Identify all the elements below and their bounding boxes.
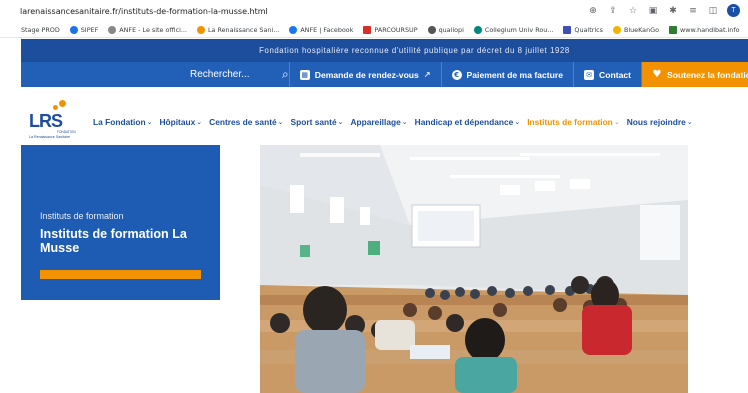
menu-item-fondation[interactable]: La Fondation ⌄ <box>93 117 152 127</box>
bookmark-item[interactable]: SIPEF <box>69 25 98 34</box>
menu-item-handicap[interactable]: Handicap et dépendance ⌄ <box>415 117 521 127</box>
menu-item-nous-rejoindre[interactable]: Nous rejoindre ⌄ <box>627 117 693 127</box>
bookmark-favicon-icon <box>473 25 482 34</box>
contact-label: Contact <box>599 69 632 80</box>
menu-item-appareillage[interactable]: Appareillage ⌄ <box>350 117 407 127</box>
donate-label: Soutenez la fondation <box>667 69 748 80</box>
chevron-down-icon: ⌄ <box>337 118 344 126</box>
facebook-icon <box>289 25 298 34</box>
main-menu-bar: LRS FONDATION La Renaissance Sanitaire L… <box>21 100 748 144</box>
sidebar-icon[interactable]: ◫ <box>707 5 719 17</box>
star-icon[interactable]: ☆ <box>627 5 639 17</box>
contact-link[interactable]: ✉ Contact <box>574 62 643 87</box>
logo-subtitle: La Renaissance Sanitaire <box>29 135 70 139</box>
calendar-icon: ▦ <box>299 69 310 80</box>
bookmark-favicon-icon <box>427 25 436 34</box>
search-input[interactable]: Rechercher... <box>190 69 282 80</box>
lecture-hall-photo <box>260 145 688 393</box>
payment-label: Paiement de ma facture <box>466 69 564 80</box>
bookmark-favicon-icon <box>363 25 372 34</box>
bookmark-favicon-icon <box>612 25 621 34</box>
menu-item-centres-sante[interactable]: Centres de santé ⌄ <box>209 117 283 127</box>
menu-item-instituts-formation[interactable]: Instituts de formation ⌄ <box>527 117 620 127</box>
site-search[interactable]: Rechercher... ⌕ <box>21 62 290 87</box>
logo-dot <box>59 100 66 107</box>
browser-toolbar-icons: ⊕ ⇪ ☆ ▣ ✱ ≡ ◫ T <box>587 4 740 17</box>
share-icon[interactable]: ⇪ <box>607 5 619 17</box>
foundation-banner: Fondation hospitalière reconnue d'utilit… <box>21 39 748 62</box>
bookmark-item[interactable]: BlueKanGo <box>612 25 659 34</box>
puzzle-icon[interactable]: ✱ <box>667 5 679 17</box>
zoom-icon[interactable]: ⊕ <box>587 5 599 17</box>
appointment-link[interactable]: ▦ Demande de rendez-vous ↗ <box>290 62 442 87</box>
logo-text: LRS <box>29 111 63 131</box>
external-link-icon: ↗ <box>423 70 431 79</box>
chevron-down-icon: ⌄ <box>686 118 693 126</box>
chevron-down-icon: ⌄ <box>146 118 153 126</box>
hero-accent-bar <box>40 270 201 279</box>
bookmark-item[interactable]: www.handibat.info <box>669 25 739 34</box>
browser-address-bar[interactable]: larenaissancesanitaire.fr/instituts-de-f… <box>0 0 748 22</box>
url-text[interactable]: larenaissancesanitaire.fr/instituts-de-f… <box>20 7 268 16</box>
appointment-label: Demande de rendez-vous <box>314 69 419 80</box>
page-title: Instituts de formation La Musse <box>40 227 187 255</box>
menu-item-hopitaux[interactable]: Hôpitaux ⌄ <box>159 117 202 127</box>
bookmark-favicon-icon <box>669 25 678 34</box>
menu-item-sport-sante[interactable]: Sport santé ⌄ <box>291 117 344 127</box>
site-logo[interactable]: LRS FONDATION La Renaissance Sanitaire <box>27 100 85 144</box>
profile-avatar[interactable]: T <box>727 4 740 17</box>
extension-icon[interactable]: ▣ <box>647 5 659 17</box>
logo-fondation-text: FONDATION <box>57 130 76 134</box>
bookmark-item[interactable]: La Renaissance Sani... <box>196 25 279 34</box>
chevron-down-icon: ⌄ <box>514 118 521 126</box>
bookmark-item[interactable]: Stage PROD <box>21 26 60 34</box>
bookmark-item[interactable]: qualiopi <box>427 25 464 34</box>
euro-icon: € <box>451 69 462 80</box>
lecture-hall-illustration <box>260 145 688 393</box>
hero-panel: Instituts de formation Instituts de form… <box>21 145 220 300</box>
chevron-down-icon: ⌄ <box>277 118 284 126</box>
logo-dot <box>53 105 58 110</box>
bookmark-item[interactable]: Qualtrics <box>563 25 603 34</box>
bookmarks-bar: Stage PROD SIPEF ANFE - Le site offici..… <box>0 22 748 38</box>
foundation-banner-text: Fondation hospitalière reconnue d'utilit… <box>259 46 570 55</box>
donate-link[interactable]: ♥ Soutenez la fondation <box>642 62 748 87</box>
payment-link[interactable]: € Paiement de ma facture <box>442 62 575 87</box>
main-menu: La Fondation ⌄ Hôpitaux ⌄ Centres de santé… <box>93 117 693 127</box>
chevron-down-icon: ⌄ <box>196 118 203 126</box>
chevron-down-icon: ⌄ <box>401 118 408 126</box>
hand-heart-icon: ♥ <box>652 69 662 80</box>
bookmark-item[interactable]: ANFE - Le site offici... <box>108 25 187 34</box>
chat-icon: ✉ <box>584 69 595 80</box>
bookmark-item[interactable]: ANFE | Facebook <box>289 25 353 34</box>
bookmark-favicon-icon <box>196 25 205 34</box>
bookmark-favicon-icon <box>69 25 78 34</box>
search-icon[interactable]: ⌕ <box>282 67 289 82</box>
hero-kicker: Instituts de formation <box>40 211 124 221</box>
bookmark-item[interactable]: Collegium Univ Rou... <box>473 25 553 34</box>
utility-nav: Rechercher... ⌕ ▦ Demande de rendez-vous… <box>21 62 748 87</box>
chevron-down-icon: ⌄ <box>613 118 620 126</box>
bookmark-item[interactable]: PARCOURSUP <box>363 25 418 34</box>
bookmark-favicon-icon <box>108 25 117 34</box>
bookmark-favicon-icon <box>563 25 572 34</box>
reading-list-icon[interactable]: ≡ <box>687 5 699 17</box>
